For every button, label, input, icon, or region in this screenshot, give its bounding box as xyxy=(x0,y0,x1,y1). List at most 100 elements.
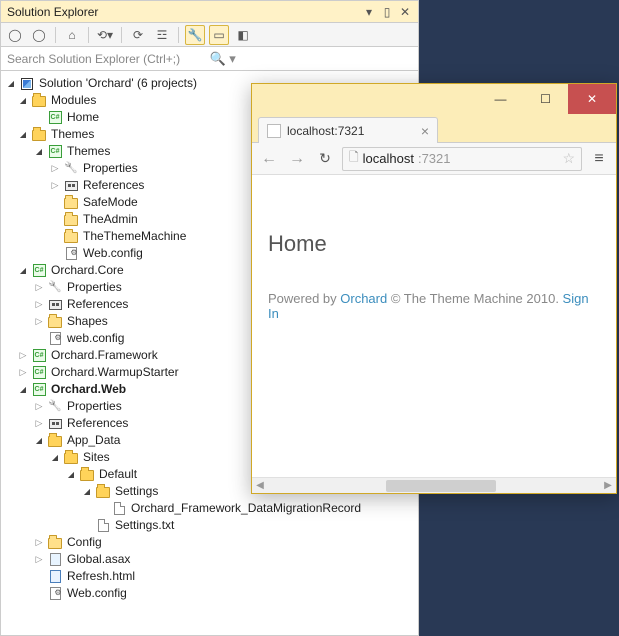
tree-item-label: Properties xyxy=(65,398,122,415)
reload-icon[interactable]: ↻ xyxy=(314,150,336,167)
expand-icon[interactable] xyxy=(15,262,31,279)
tree-item-label: Web.config xyxy=(81,245,143,262)
folder-open-icon xyxy=(63,450,79,466)
expand-icon[interactable] xyxy=(15,364,31,381)
expand-icon[interactable] xyxy=(3,75,19,92)
page-icon: 🗋 xyxy=(349,148,359,169)
tab-close-icon[interactable]: × xyxy=(421,123,429,139)
expand-icon[interactable] xyxy=(47,160,63,177)
tree-item-label: Settings xyxy=(113,483,158,500)
nav-forward-icon[interactable]: → xyxy=(286,150,308,168)
tree-item-label: References xyxy=(81,177,144,194)
pin-icon[interactable]: ▯ xyxy=(378,3,396,21)
folder-open-icon xyxy=(31,93,47,109)
nav-back-icon[interactable]: ← xyxy=(258,150,280,168)
refs-icon xyxy=(47,297,63,313)
footer-link-orchard[interactable]: Orchard xyxy=(340,291,387,306)
expand-icon[interactable] xyxy=(79,483,95,500)
scroll-left-icon[interactable]: ◀ xyxy=(252,480,268,491)
tree-item[interactable]: Refresh.html xyxy=(1,568,418,585)
config-icon xyxy=(47,331,63,347)
expand-icon[interactable] xyxy=(31,551,47,568)
address-bar[interactable]: 🗋 localhost :7321 ☆ xyxy=(342,147,582,171)
expand-icon[interactable] xyxy=(15,92,31,109)
expand-icon[interactable] xyxy=(31,313,47,330)
tree-item-label: Shapes xyxy=(65,313,108,330)
separator xyxy=(88,27,89,43)
refresh-icon[interactable]: ⟳ xyxy=(128,25,148,45)
config-icon xyxy=(63,246,79,262)
solution-explorer-search[interactable]: Search Solution Explorer (Ctrl+;) 🔍 ▾ xyxy=(0,47,419,71)
tree-item-label: Themes xyxy=(49,126,94,143)
url-port: :7321 xyxy=(418,151,451,166)
folder-icon xyxy=(63,195,79,211)
page-footer: Powered by Orchard © The Theme Machine 2… xyxy=(268,291,600,321)
page-heading: Home xyxy=(268,231,600,257)
tree-item[interactable]: Global.asax xyxy=(1,551,418,568)
horizontal-scrollbar[interactable]: ◀ ▶ xyxy=(252,477,616,493)
folder-open-icon xyxy=(47,433,63,449)
expand-icon[interactable] xyxy=(31,432,47,449)
expand-icon[interactable] xyxy=(31,398,47,415)
browser-tabstrip: localhost:7321 × xyxy=(252,114,616,142)
expand-icon[interactable] xyxy=(47,177,63,194)
expand-icon[interactable] xyxy=(63,466,79,483)
url-host: localhost xyxy=(363,151,414,166)
tree-item-label: TheAdmin xyxy=(81,211,138,228)
folder-icon xyxy=(63,229,79,245)
tree-item-label: Modules xyxy=(49,92,96,109)
nav-back-icon[interactable]: ◯ xyxy=(5,25,25,45)
properties-icon[interactable]: 🔧 xyxy=(185,25,205,45)
expand-icon[interactable] xyxy=(31,415,47,432)
folder-icon xyxy=(47,535,63,551)
expand-icon[interactable] xyxy=(31,296,47,313)
footer-text: © The Theme Machine 2010. xyxy=(387,291,562,306)
tree-item-label: Sites xyxy=(81,449,110,466)
preview-icon[interactable]: ◧ xyxy=(233,25,253,45)
tree-item[interactable]: Config xyxy=(1,534,418,551)
refs-icon xyxy=(47,416,63,432)
expand-icon[interactable] xyxy=(15,126,31,143)
browser-titlebar[interactable]: — ☐ ✕ xyxy=(252,84,616,114)
folder-icon xyxy=(47,314,63,330)
expand-icon[interactable] xyxy=(15,347,31,364)
wrench-icon xyxy=(63,161,79,177)
chrome-menu-icon[interactable]: ≡ xyxy=(588,150,610,168)
csproj-icon xyxy=(31,382,47,398)
nav-forward-icon[interactable]: ◯ xyxy=(29,25,49,45)
close-icon[interactable]: ✕ xyxy=(396,3,414,21)
home-icon[interactable]: ⌂ xyxy=(62,25,82,45)
tree-item-label: Config xyxy=(65,534,102,551)
scroll-right-icon[interactable]: ▶ xyxy=(600,480,616,491)
tree-item-label: Default xyxy=(97,466,137,483)
tree-item-label: References xyxy=(65,415,128,432)
tab-title: localhost:7321 xyxy=(287,124,415,138)
expand-icon[interactable] xyxy=(47,449,63,466)
show-all-files-icon[interactable]: ▭ xyxy=(209,25,229,45)
expand-icon[interactable] xyxy=(15,381,31,398)
expand-icon[interactable] xyxy=(31,143,47,160)
expand-icon[interactable] xyxy=(31,279,47,296)
footer-text: Powered by xyxy=(268,291,340,306)
solution-explorer-title: Solution Explorer xyxy=(5,5,360,19)
tree-item-label: Orchard.Framework xyxy=(49,347,158,364)
close-window-icon[interactable]: ✕ xyxy=(568,84,616,114)
minimize-icon[interactable]: — xyxy=(478,84,523,114)
browser-viewport: Home Powered by Orchard © The Theme Mach… xyxy=(252,175,616,477)
sync-icon[interactable]: ⟲▾ xyxy=(95,25,115,45)
expand-icon[interactable] xyxy=(31,534,47,551)
bookmark-star-icon[interactable]: ☆ xyxy=(562,150,575,167)
window-position-icon[interactable]: ▾ xyxy=(360,3,378,21)
file-icon xyxy=(95,518,111,534)
separator xyxy=(178,27,179,43)
tree-item[interactable]: Web.config xyxy=(1,585,418,602)
tree-item[interactable]: Settings.txt xyxy=(1,517,418,534)
browser-tab[interactable]: localhost:7321 × xyxy=(258,117,438,143)
tree-item[interactable]: Orchard_Framework_DataMigrationRecord xyxy=(1,500,418,517)
config-icon xyxy=(47,586,63,602)
maximize-icon[interactable]: ☐ xyxy=(523,84,568,114)
tree-item-label: References xyxy=(65,296,128,313)
collapse-all-icon[interactable]: ☲ xyxy=(152,25,172,45)
scrollbar-thumb[interactable] xyxy=(386,480,496,492)
tree-item-label: Web.config xyxy=(65,585,127,602)
